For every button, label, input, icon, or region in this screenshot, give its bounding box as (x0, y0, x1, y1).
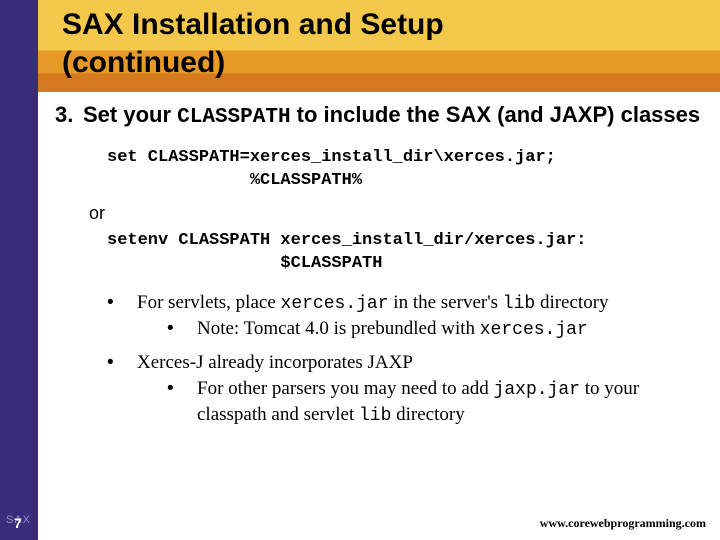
b1-m2: lib (503, 294, 535, 314)
code2-l2: $CLASSPATH (107, 254, 382, 273)
bullet-dot: • (167, 316, 197, 342)
page-number: 7 (14, 515, 22, 531)
bullet-1: • For servlets, place xerces.jar in the … (107, 290, 705, 347)
bullet-2a: • For other parsers you may need to add … (167, 376, 705, 429)
bullet-dot: • (107, 290, 137, 347)
b1-mid: in the server's (389, 292, 503, 313)
b1a-pre: Note: Tomcat 4.0 is prebundled with (197, 318, 480, 339)
b2a-post: directory (391, 404, 464, 425)
title-line-2: (continued) (62, 44, 444, 82)
step-text-pre: Set your (83, 102, 177, 127)
b2-text: Xerces-J already incorporates JAXP (137, 352, 413, 373)
bullet-list: • For servlets, place xerces.jar in the … (107, 290, 705, 433)
code2-l1: setenv CLASSPATH xerces_install_dir/xerc… (107, 231, 586, 250)
b2a-pre: For other parsers you may need to add (197, 378, 494, 399)
step-text-post: to include the SAX (and JAXP) classes (291, 102, 701, 127)
b1a-m1: xerces.jar (480, 320, 588, 340)
step-body: set CLASSPATH=xerces_install_dir\xerces.… (55, 147, 705, 433)
or-label: or (89, 203, 705, 224)
content-area: 3.Set your CLASSPATH to include the SAX … (55, 102, 705, 437)
code-block-1: set CLASSPATH=xerces_install_dir\xerces.… (107, 147, 705, 193)
footer-url: www.corewebprogramming.com (540, 516, 706, 531)
b2a-m1: jaxp.jar (494, 380, 580, 400)
b1-m1: xerces.jar (281, 294, 389, 314)
code-block-2: setenv CLASSPATH xerces_install_dir/xerc… (107, 230, 705, 276)
step-heading: 3.Set your CLASSPATH to include the SAX … (55, 102, 705, 129)
code1-l1: set CLASSPATH=xerces_install_dir\xerces.… (107, 148, 556, 167)
bullet-dot: • (107, 350, 137, 432)
bullet-2: • Xerces-J already incorporates JAXP • F… (107, 350, 705, 432)
bullet-1a: • Note: Tomcat 4.0 is prebundled with xe… (167, 316, 705, 342)
title-line-1: SAX Installation and Setup (62, 6, 444, 44)
step-number: 3. (55, 102, 83, 128)
step-text-mono: CLASSPATH (177, 106, 290, 129)
b1-pre: For servlets, place (137, 292, 281, 313)
code1-l2: %CLASSPATH% (107, 171, 362, 190)
b2a-m2: lib (359, 406, 391, 426)
page-title: SAX Installation and Setup (continued) (62, 6, 444, 81)
b1-post: directory (535, 292, 608, 313)
bullet-dot: • (167, 376, 197, 429)
sidebar: SAX (0, 0, 38, 540)
